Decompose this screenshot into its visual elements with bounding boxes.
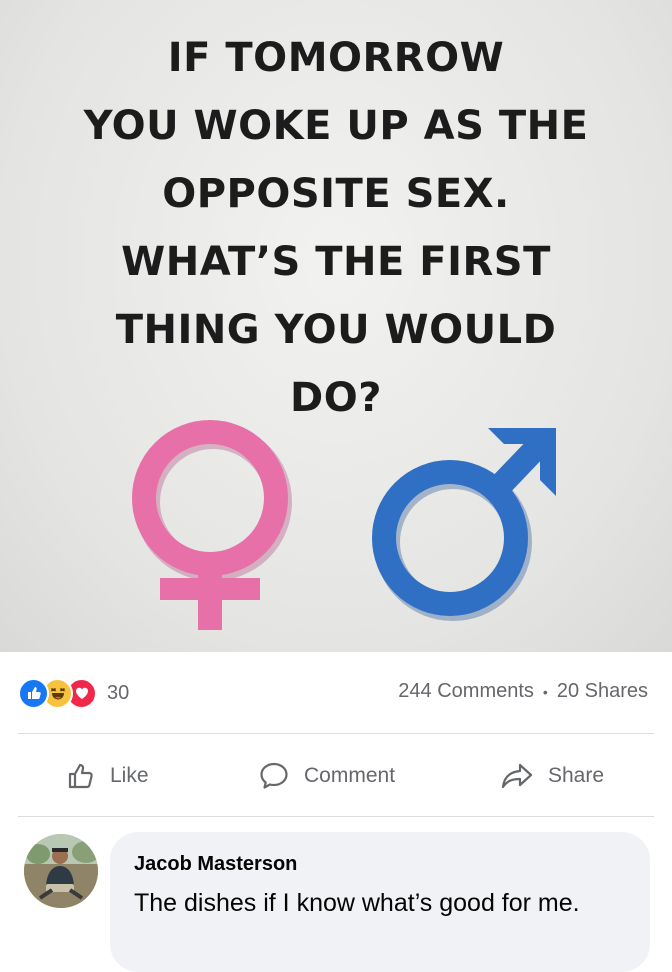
comment-text: The dishes if I know what’s good for me. bbox=[134, 889, 580, 917]
male-symbol-icon bbox=[372, 428, 556, 621]
meme-line: THING YOU WOULD bbox=[115, 307, 557, 353]
divider bbox=[18, 733, 654, 734]
comment-bubble[interactable]: Jacob Masterson The dishes if I know wha… bbox=[110, 832, 650, 972]
avatar[interactable] bbox=[24, 834, 98, 908]
meme-caption: IF TOMORROW YOU WOKE UP AS THE OPPOSITE … bbox=[0, 24, 672, 432]
share-arrow-icon bbox=[501, 763, 533, 789]
like-button[interactable]: Like bbox=[66, 756, 149, 796]
gender-symbols bbox=[132, 420, 556, 630]
action-bar: Like Comment Share bbox=[0, 742, 672, 808]
divider bbox=[18, 816, 654, 817]
like-label: Like bbox=[110, 764, 149, 787]
reactions-summary[interactable]: 30 bbox=[18, 676, 129, 710]
speech-bubble-icon bbox=[260, 762, 288, 789]
post-image[interactable]: IF TOMORROW YOU WOKE UP AS THE OPPOSITE … bbox=[0, 0, 672, 652]
post-stats: 30 244 Comments • 20 Shares bbox=[0, 668, 672, 718]
profile-photo-icon bbox=[24, 834, 98, 908]
meme-line: IF TOMORROW bbox=[167, 35, 505, 81]
comment-author[interactable]: Jacob Masterson bbox=[134, 850, 626, 878]
meme-line: OPPOSITE SEX. bbox=[162, 171, 510, 217]
meme-line: WHAT’S THE FIRST bbox=[121, 239, 551, 285]
female-symbol-icon bbox=[132, 420, 292, 630]
meme-line: YOU WOKE UP AS THE bbox=[83, 103, 589, 149]
share-label: Share bbox=[548, 764, 605, 787]
engagement-counts: 244 Comments • 20 Shares bbox=[398, 680, 648, 703]
comment-label: Comment bbox=[304, 764, 396, 787]
thumbs-up-icon bbox=[68, 763, 93, 789]
comment-button[interactable]: Comment bbox=[258, 756, 395, 796]
comment-item: Jacob Masterson The dishes if I know wha… bbox=[0, 826, 672, 972]
separator-dot: • bbox=[542, 683, 548, 700]
share-button[interactable]: Share bbox=[500, 756, 604, 796]
like-reaction-icon bbox=[18, 677, 49, 709]
comments-count-link[interactable]: 244 Comments bbox=[398, 680, 534, 703]
shares-count-link[interactable]: 20 Shares bbox=[557, 680, 648, 703]
reaction-count: 30 bbox=[107, 681, 130, 704]
